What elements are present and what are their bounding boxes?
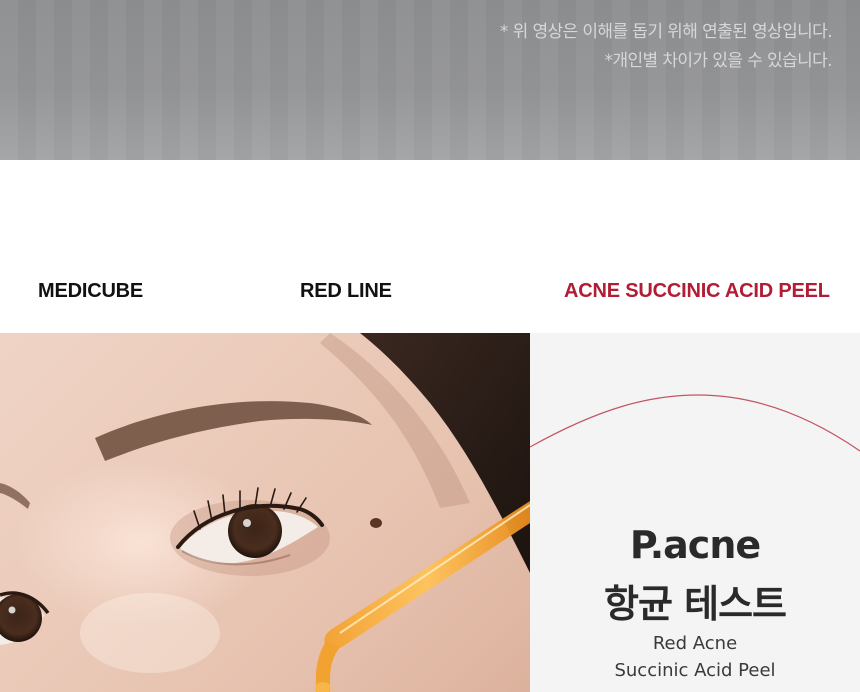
panel-title-antibacterial-test: 항균 테스트 <box>603 582 787 626</box>
hero-section: P.acne 항균 테스트 Red Acne Succinic Acid Pee… <box>0 333 860 692</box>
panel-subtitle-red-acne: Red Acne <box>652 633 738 654</box>
panel-subtitle-product-name: Succinic Acid Peel <box>614 660 776 681</box>
video-disclaimer-individual: *개인별 차이가 있을 수 있습니다. <box>604 51 833 71</box>
nav-acne-succinic-acid-peel[interactable]: ACNE SUCCINIC ACID PEEL <box>564 280 830 303</box>
dropper-pipette <box>315 501 530 692</box>
beauty-mark <box>370 518 382 528</box>
nav-brand-medicube[interactable]: MEDICUBE <box>38 280 143 303</box>
video-disclaimer: * 위 영상은 이해를 돕기 위해 연출된 영상입니다. <box>499 22 833 42</box>
product-nav: MEDICUBE RED LINE ACNE SUCCINIC ACID PEE… <box>0 268 860 316</box>
video-band[interactable]: * 위 영상은 이해를 돕기 위해 연출된 영상입니다. *개인별 차이가 있을… <box>0 0 860 160</box>
panel-title-pacne: P.acne <box>629 523 761 567</box>
nav-red-line[interactable]: RED LINE <box>300 280 392 303</box>
face-illustration <box>0 333 530 692</box>
info-panel: P.acne 항균 테스트 Red Acne Succinic Acid Pee… <box>530 333 860 692</box>
eyebrow-shape <box>95 401 372 461</box>
hero-photo <box>0 333 530 692</box>
